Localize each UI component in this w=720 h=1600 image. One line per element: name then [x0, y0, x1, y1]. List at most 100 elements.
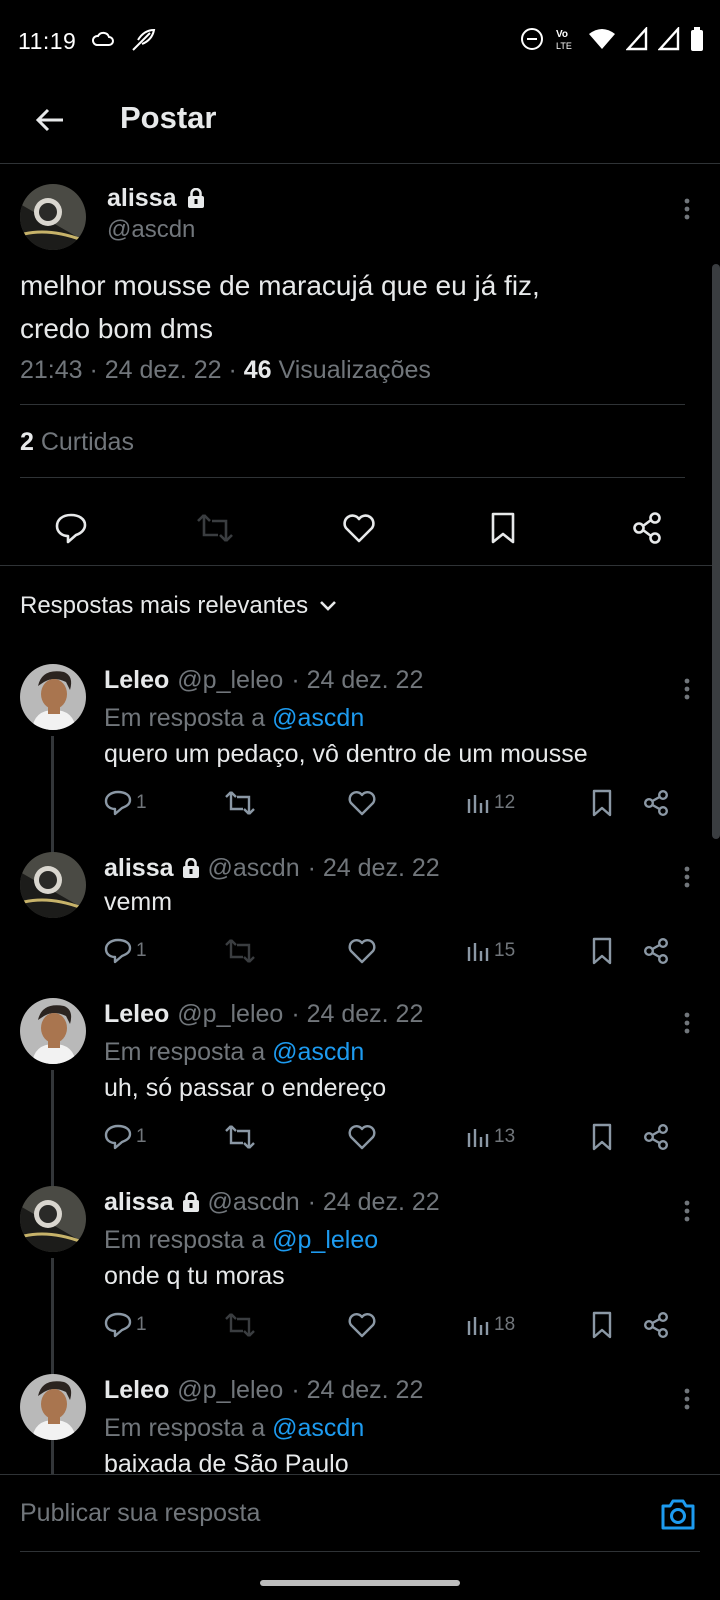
like-button[interactable] [348, 934, 376, 968]
repost-icon [225, 1313, 255, 1337]
reply-handle: @ascdn [207, 1188, 300, 1216]
share-button[interactable] [642, 786, 670, 820]
bookmark-button[interactable] [591, 934, 613, 968]
analytics-icon [467, 795, 489, 813]
avatar[interactable] [20, 852, 86, 918]
divider [20, 477, 685, 478]
share-icon [644, 790, 669, 817]
repost-button[interactable] [191, 504, 239, 552]
bookmark-button[interactable] [591, 1120, 613, 1154]
reply-item[interactable]: Leleo @p_leleo · 24 dez. 22 Em resposta a @… [0, 664, 720, 904]
more-options-button[interactable] [684, 1012, 690, 1039]
bookmark-icon [592, 1311, 612, 1339]
reply-button[interactable]: 1 [104, 1120, 147, 1154]
reply-to-line: Em resposta a @p_leleo [104, 1226, 378, 1255]
more-vertical-icon [684, 1200, 690, 1222]
repost-button[interactable] [224, 1308, 256, 1342]
reply-to-link[interactable]: @ascdn [272, 704, 364, 732]
reply-text: onde q tu moras [104, 1262, 285, 1290]
heart-icon [348, 1125, 376, 1150]
reply-button[interactable]: 1 [104, 934, 147, 968]
lock-icon [187, 188, 204, 208]
status-right-icons: Vo LTE [520, 26, 704, 52]
avatar-image [20, 998, 86, 1064]
reply-author-name[interactable]: Leleo [104, 1000, 169, 1029]
sort-replies-dropdown[interactable]: Respostas mais relevantes [20, 592, 338, 620]
like-button[interactable] [348, 1120, 376, 1154]
reply-author-name[interactable]: Leleo [104, 1376, 169, 1405]
reply-item[interactable]: alissa @ascdn · 24 dez. 22 vemm 1 15 [0, 852, 720, 974]
reply-to-link[interactable]: @ascdn [272, 1038, 364, 1066]
wifi-icon [589, 29, 615, 49]
reply-author-name[interactable]: alissa [104, 854, 174, 883]
repost-button[interactable] [224, 786, 256, 820]
likes-summary[interactable]: 2 Curtidas [20, 428, 134, 457]
bookmark-button[interactable] [591, 1308, 613, 1342]
repost-button[interactable] [224, 1120, 256, 1154]
share-icon [644, 1124, 669, 1151]
share-button[interactable] [642, 1308, 670, 1342]
reply-header: alissa @ascdn · 24 dez. 22 [104, 854, 440, 883]
views-button[interactable]: 13 [466, 1120, 515, 1154]
avatar[interactable] [20, 184, 86, 250]
reply-input[interactable]: Publicar sua resposta [20, 1499, 260, 1528]
reply-author-name[interactable]: alissa [104, 1188, 174, 1217]
reply-to-link[interactable]: @ascdn [272, 1414, 364, 1442]
share-button[interactable] [623, 504, 671, 552]
reply-header: Leleo @p_leleo · 24 dez. 22 [104, 666, 423, 695]
reply-to-line: Em resposta a @ascdn [104, 1038, 364, 1067]
home-indicator[interactable] [260, 1580, 460, 1586]
avatar[interactable] [20, 1186, 86, 1252]
reply-button[interactable]: 1 [104, 1308, 147, 1342]
reply-count: 1 [136, 1314, 147, 1335]
reply-composer: Publicar sua resposta [0, 1474, 720, 1556]
cloud-icon [92, 31, 114, 46]
avatar[interactable] [20, 664, 86, 730]
svg-text:LTE: LTE [556, 41, 572, 51]
views-button[interactable]: 18 [466, 1308, 515, 1342]
reply-author-name[interactable]: Leleo [104, 666, 169, 695]
status-time: 11:19 [18, 28, 77, 54]
more-options-button[interactable] [684, 866, 690, 893]
more-options-button[interactable] [684, 1388, 690, 1415]
reply-item[interactable]: Leleo @p_leleo · 24 dez. 22 Em resposta a @… [0, 1374, 720, 1540]
more-options-button[interactable] [684, 1200, 690, 1227]
like-button[interactable] [348, 786, 376, 820]
reply-button[interactable] [47, 504, 95, 552]
back-button[interactable] [28, 98, 72, 142]
post-author[interactable]: alissa [107, 184, 205, 213]
heart-icon [348, 791, 376, 816]
heart-icon [343, 514, 375, 543]
more-vertical-icon [684, 866, 690, 888]
repost-button[interactable] [224, 934, 256, 968]
share-button[interactable] [642, 934, 670, 968]
page-title: Postar [120, 100, 217, 135]
post-text-line: credo bom dms [20, 313, 213, 344]
comment-icon [104, 938, 132, 964]
reply-to-link[interactable]: @p_leleo [272, 1226, 378, 1254]
reply-button[interactable]: 1 [104, 786, 147, 820]
views-button[interactable]: 12 [466, 786, 515, 820]
likes-label: Curtidas [33, 428, 134, 456]
header: Postar [0, 84, 720, 164]
reply-item[interactable]: Leleo @p_leleo · 24 dez. 22 Em resposta a @… [0, 998, 720, 1238]
camera-button[interactable] [658, 1495, 698, 1535]
avatar[interactable] [20, 1374, 86, 1440]
share-button[interactable] [642, 1120, 670, 1154]
post-handle: @ascdn [107, 216, 196, 243]
bookmark-button[interactable] [591, 786, 613, 820]
bookmark-button[interactable] [479, 504, 527, 552]
like-button[interactable] [348, 1308, 376, 1342]
likes-count: 2 [20, 428, 34, 456]
views-button[interactable]: 15 [466, 934, 515, 968]
reply-item[interactable]: alissa @ascdn · 24 dez. 22 Em resposta a @p… [0, 1186, 720, 1540]
more-options-button[interactable] [684, 678, 690, 705]
divider [0, 565, 720, 566]
reply-to-prefix: Em resposta a [104, 1414, 273, 1442]
reply-count: 1 [136, 792, 147, 813]
more-options-button[interactable] [684, 198, 690, 225]
volte-icon: VoLTE [556, 29, 572, 51]
more-vertical-icon [684, 1012, 690, 1034]
avatar[interactable] [20, 998, 86, 1064]
like-button[interactable] [335, 504, 383, 552]
